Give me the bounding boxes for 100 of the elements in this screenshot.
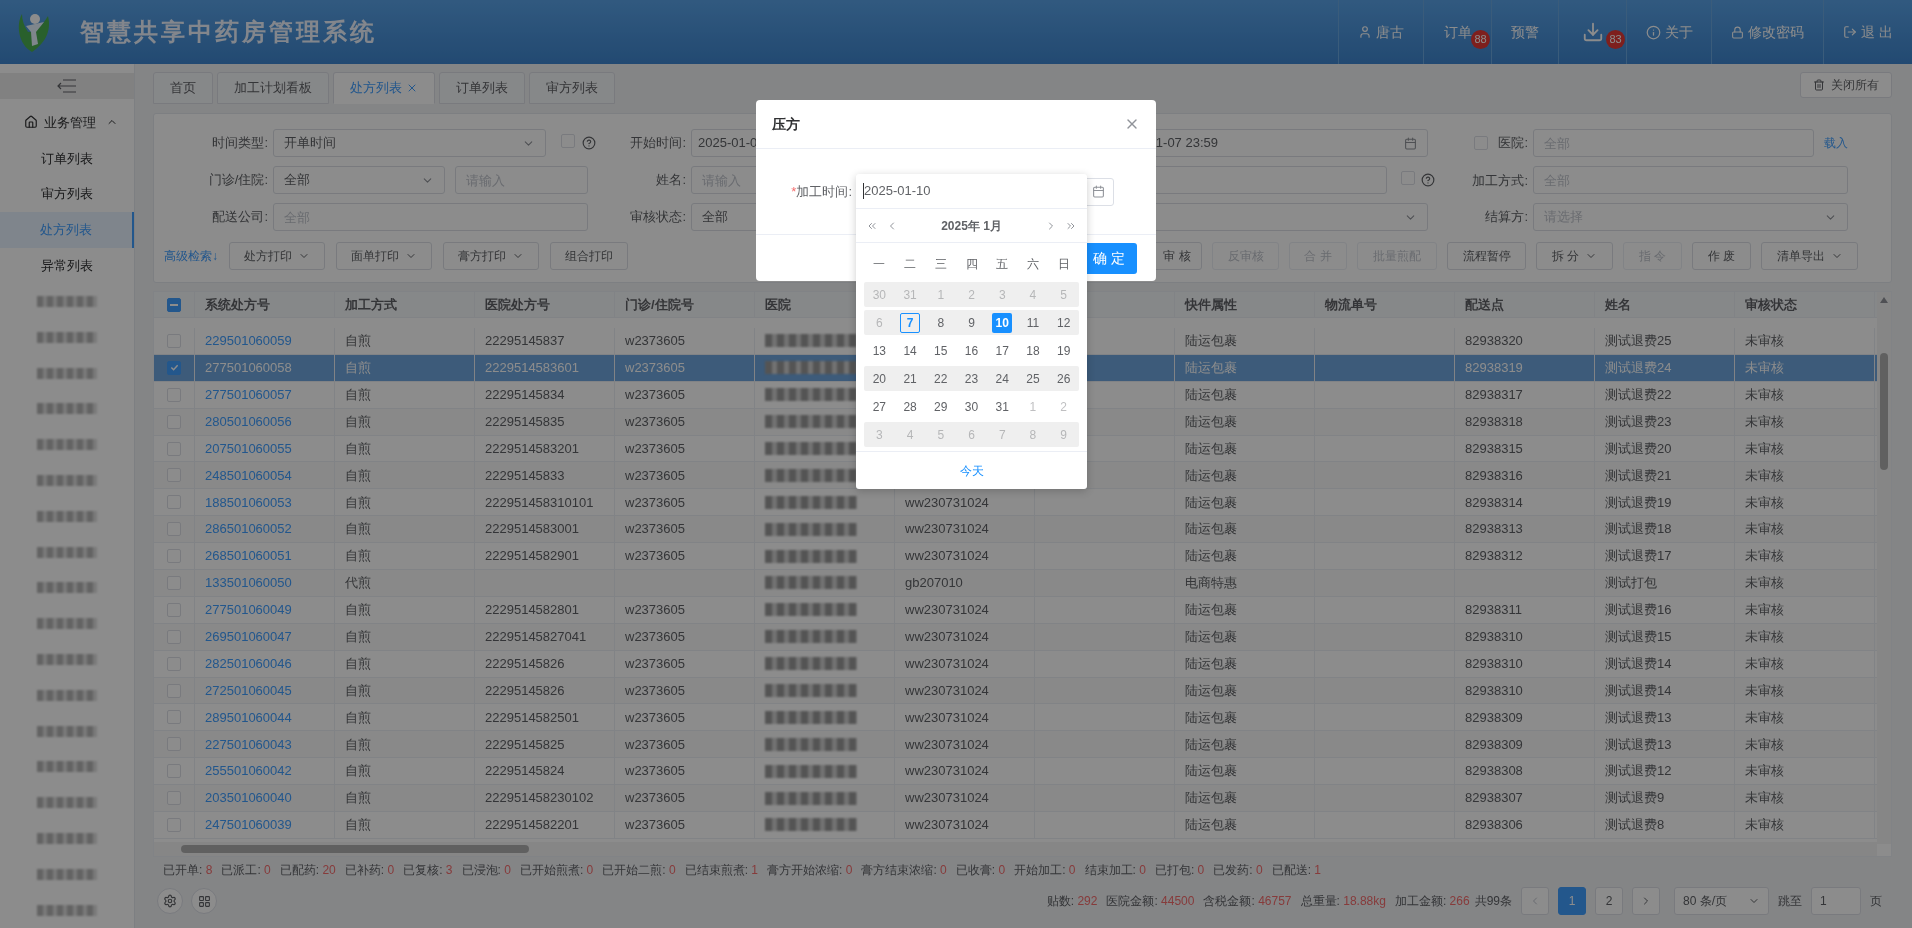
calendar-day[interactable]: 10 <box>992 312 1013 333</box>
calendar-day[interactable]: 9 <box>961 312 982 333</box>
prescription-link[interactable]: 248501060054 <box>205 465 292 486</box>
calendar-day[interactable]: 11 <box>1022 312 1043 333</box>
table-row[interactable]: 203501060040 自煎 222951458230102 w2373605 ww230731024 陆运包裹 82938307 测试退费9 未审核 <box>154 785 1877 813</box>
menu-group[interactable]: 业务管理 <box>0 104 134 141</box>
toolbar-button[interactable]: 拆 分 <box>1536 242 1613 270</box>
calendar-day[interactable]: 18 <box>1022 340 1043 361</box>
sidebar-item[interactable]: 审方列表 <box>0 176 134 213</box>
prescription-link[interactable]: 268501060051 <box>205 546 292 566</box>
table-row[interactable]: 255501060042 自煎 22295145824 w2373605 ww230731024 陆运包裹 82938308 测试退费12 未审核 <box>154 758 1877 786</box>
prescription-link[interactable]: 227501060043 <box>205 734 292 755</box>
calendar-day[interactable]: 17 <box>992 340 1013 361</box>
checkbox[interactable] <box>167 360 181 375</box>
calendar-day[interactable]: 26 <box>1053 368 1074 389</box>
calendar-day[interactable]: 22 <box>930 368 951 389</box>
tab[interactable]: 首页 <box>153 72 213 104</box>
grid-button[interactable] <box>191 888 217 914</box>
prescription-link[interactable]: 203501060040 <box>205 788 292 808</box>
prescription-link[interactable]: 207501060055 <box>205 438 292 459</box>
nav-item[interactable]: 关于 <box>1626 0 1711 64</box>
table-row[interactable]: 268501060051 自煎 2229514582901 w2373605 ww230731024 陆运包裹 82938312 测试退费17 未审核 <box>154 543 1877 570</box>
table-row[interactable]: 269501060047 自煎 22295145827041 w2373605 ww230731024 陆运包裹 82938310 测试退费15 未审核 <box>154 623 1877 651</box>
tab[interactable]: 审方列表 <box>529 72 615 104</box>
tab[interactable]: 订单列表 <box>439 72 525 104</box>
close-icon[interactable] <box>406 82 418 94</box>
today-link[interactable]: 今天 <box>959 461 984 480</box>
nav-item[interactable]: 83 <box>1558 0 1626 64</box>
table-row[interactable]: 289501060044 自煎 2229514582501 w2373605 ww230731024 陆运包裹 82938309 测试退费13 未审核 <box>154 704 1877 732</box>
table-row[interactable]: 272501060045 自煎 22295145826 w2373605 ww230731024 陆运包裹 82938310 测试退费14 未审核 <box>154 677 1877 705</box>
calendar-day[interactable]: 29 <box>930 396 951 417</box>
prescription-link[interactable]: 272501060045 <box>205 680 292 701</box>
prescription-link[interactable]: 255501060042 <box>205 761 292 781</box>
sidebar-item[interactable]: 订单列表 <box>0 140 134 177</box>
calendar-day[interactable]: 25 <box>1022 368 1043 389</box>
prescription-link[interactable]: 277501060058 <box>205 358 292 378</box>
date-input[interactable]: 2025-01-10 <box>864 181 931 201</box>
help-icon[interactable] <box>582 136 596 150</box>
prescription-link[interactable]: 133501060050 <box>205 573 292 593</box>
load-link[interactable]: 载入 <box>1824 134 1848 152</box>
prescription-link[interactable]: 286501060052 <box>205 519 292 539</box>
nav-item[interactable]: 退 出 <box>1823 0 1912 64</box>
calendar-day[interactable]: 31 <box>992 396 1013 417</box>
nav-item[interactable]: 修改密码 <box>1711 0 1823 64</box>
page-size-select[interactable]: 80 条/页 <box>1674 887 1769 915</box>
close-all-button[interactable]: 关闭所有 <box>1800 72 1892 98</box>
settings-button[interactable] <box>157 888 183 914</box>
table-row[interactable]: 282501060046 自煎 22295145826 w2373605 ww230731024 陆运包裹 82938310 测试退费14 未审核 <box>154 650 1877 678</box>
next-page-button[interactable] <box>1632 887 1660 915</box>
prescription-link[interactable]: 229501060059 <box>205 331 292 351</box>
horizontal-scrollbar[interactable] <box>154 842 1877 856</box>
select-field[interactable]: 全部 <box>273 166 445 194</box>
toolbar-button[interactable]: 作 废 <box>1692 242 1751 270</box>
table-row[interactable]: 286501060052 自煎 2229514583001 w2373605 ww230731024 陆运包裹 82938313 测试退费18 未审核 <box>154 516 1877 544</box>
sidebar-item[interactable]: 处方列表 <box>0 212 134 248</box>
sidebar-item[interactable]: 异常列表 <box>0 247 134 284</box>
calendar-day[interactable]: 30 <box>961 396 982 417</box>
calendar-day[interactable]: 13 <box>869 340 890 361</box>
tab[interactable]: 加工计划看板 <box>217 72 329 104</box>
prescription-link[interactable]: 289501060044 <box>205 707 292 728</box>
calendar-day[interactable]: 20 <box>869 368 890 389</box>
calendar-day[interactable]: 14 <box>900 340 921 361</box>
select-field[interactable]: 开单时间 <box>273 129 546 157</box>
calendar-day[interactable]: 15 <box>930 340 951 361</box>
prescription-link[interactable]: 188501060053 <box>205 492 292 513</box>
calendar-day[interactable]: 19 <box>1053 340 1074 361</box>
table-row[interactable]: 188501060053 自煎 222951458310101 w2373605 ww230731024 陆运包裹 82938314 测试退费19 未审核 <box>154 489 1877 517</box>
tab[interactable]: 处方列表 <box>333 72 435 104</box>
prescription-link[interactable]: 277501060049 <box>205 600 292 620</box>
page-button[interactable]: 2 <box>1595 887 1623 915</box>
page-button[interactable]: 1 <box>1558 887 1586 915</box>
toolbar-button[interactable]: 处方打印 <box>229 242 325 270</box>
nav-item[interactable]: 唐古 <box>1338 0 1423 64</box>
page-input[interactable]: 1 <box>1811 887 1861 915</box>
scroll-up-icon[interactable] <box>1880 297 1888 303</box>
scroll-thumb[interactable] <box>181 845 529 853</box>
nav-item[interactable]: 订单 88 <box>1423 0 1491 64</box>
prescription-link[interactable]: 269501060047 <box>205 627 292 647</box>
calendar-day[interactable]: 7 <box>900 312 921 333</box>
prescription-link[interactable]: 282501060046 <box>205 653 292 674</box>
prescription-link[interactable]: 247501060039 <box>205 815 292 835</box>
scroll-thumb[interactable] <box>1880 353 1888 470</box>
toolbar-button[interactable]: 面单打印 <box>336 242 432 270</box>
prescription-link[interactable]: 280501060056 <box>205 411 292 432</box>
table-row[interactable]: 247501060039 自煎 2229514582201 w2373605 ww230731024 陆运包裹 82938306 测试退费8 未审核 <box>154 812 1877 839</box>
toolbar-button[interactable]: 膏方打印 <box>443 242 539 270</box>
calendar-day[interactable]: 16 <box>961 340 982 361</box>
toolbar-button[interactable]: 清单导出 <box>1761 242 1858 270</box>
calendar-day[interactable]: 23 <box>961 368 982 389</box>
calendar-day[interactable]: 27 <box>869 396 890 417</box>
help-icon[interactable] <box>1421 173 1435 187</box>
calendar-day[interactable]: 12 <box>1053 312 1074 333</box>
prescription-link[interactable]: 277501060057 <box>205 384 292 405</box>
table-row[interactable]: 227501060043 自煎 22295145825 w2373605 ww230731024 陆运包裹 82938309 测试退费13 未审核 <box>154 731 1877 759</box>
calendar-day[interactable]: 8 <box>930 312 951 333</box>
table-row[interactable]: 277501060049 自煎 2229514582801 w2373605 ww230731024 陆运包裹 82938311 测试退费16 未审核 <box>154 596 1877 624</box>
calendar-day[interactable]: 24 <box>992 368 1013 389</box>
advanced-search-link[interactable]: 高级检索↓ <box>164 247 218 265</box>
toolbar-button[interactable]: 流程暂停 <box>1447 242 1526 270</box>
toolbar-button[interactable]: 组合打印 <box>550 242 628 270</box>
